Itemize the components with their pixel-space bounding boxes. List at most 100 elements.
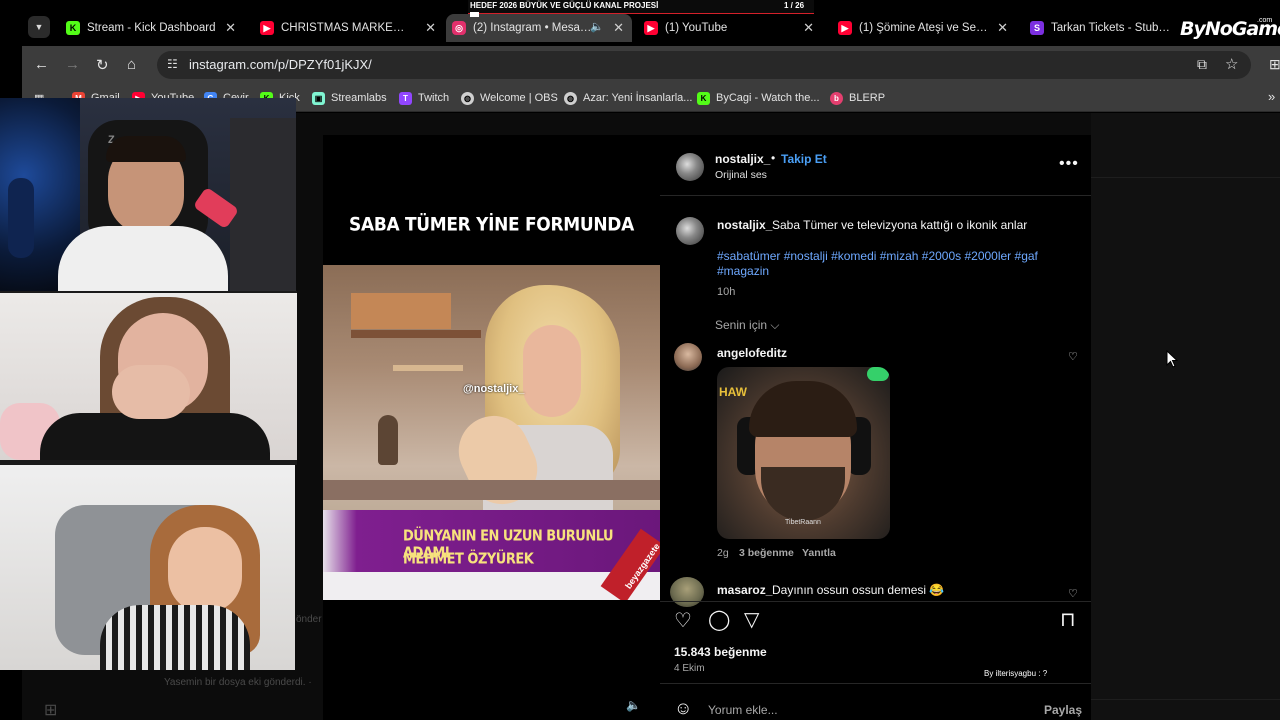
- tab-youtube[interactable]: ▶ (1) YouTube ✕: [640, 14, 822, 42]
- hashtags-line2[interactable]: #magazin: [717, 264, 1057, 279]
- emoji-icon[interactable]: ☺: [674, 698, 692, 719]
- comment-like-icon[interactable]: ♡: [1068, 587, 1078, 600]
- home-icon[interactable]: ⌂: [127, 56, 136, 73]
- browser-toolbar: ← → ↻ ⌂ ☷ instagram.com/p/DPZYf01jKJX/ ⧉…: [22, 46, 1280, 84]
- install-app-icon[interactable]: ⧉: [1197, 56, 1207, 73]
- url-text[interactable]: instagram.com/p/DPZYf01jKJX/: [189, 57, 372, 72]
- comment-author[interactable]: masaroz_: [717, 583, 772, 597]
- share-icon[interactable]: ▽: [744, 607, 759, 632]
- bookmark-azar[interactable]: ◍ Azar: Yeni İnsanlarla...: [564, 90, 692, 106]
- bookmark-label: BLERP: [849, 92, 886, 104]
- video-title-overlay: SABA TÜMER YİNE FORMUNDA: [349, 214, 634, 236]
- tab-christmas-vlog[interactable]: ▶ CHRISTMAS MARKET VLOG - ✕: [256, 14, 444, 42]
- tab-title: CHRISTMAS MARKET VLOG -: [281, 22, 411, 34]
- tab-title: Tarkan Tickets - StubHub: [1051, 22, 1176, 34]
- comment-input[interactable]: Yorum ekle...: [708, 703, 778, 717]
- avatar[interactable]: [674, 343, 702, 371]
- tab-kick-dashboard[interactable]: K Stream - Kick Dashboard ✕: [62, 14, 244, 42]
- comment-time: 2g: [717, 547, 729, 559]
- more-bookmarks-icon[interactable]: »: [1268, 89, 1275, 104]
- close-icon[interactable]: ✕: [997, 20, 1008, 36]
- avatar[interactable]: [676, 153, 704, 181]
- tab-title: (2) Instagram • Mesajlar: [473, 22, 593, 34]
- globe-icon: ◍: [461, 91, 474, 105]
- comment-likes[interactable]: 3 beğenme: [739, 547, 794, 559]
- volume-icon[interactable]: 🔈: [626, 698, 641, 712]
- bookmark-label: ByCagi - Watch the...: [716, 92, 820, 104]
- close-icon[interactable]: ✕: [225, 20, 236, 36]
- youtube-icon: ▶: [644, 21, 658, 35]
- comment-gif: HAW TibetRaann: [717, 367, 890, 539]
- like-count[interactable]: 15.843 beğenme: [674, 645, 767, 659]
- webcam-streamer: Z: [0, 98, 296, 292]
- site-info-icon[interactable]: ☷: [167, 57, 178, 71]
- back-arrow-icon[interactable]: ←: [34, 56, 49, 73]
- bookmark-label: Streamlabs: [331, 92, 387, 104]
- tab-title: (1) YouTube: [665, 22, 728, 34]
- video-frame: @nostaljix_ DÜNYANIN EN UZUN BURUNLU ADA…: [323, 265, 660, 600]
- post-date: 4 Ekim: [674, 663, 705, 674]
- audio-label[interactable]: Orijinal ses: [715, 169, 767, 181]
- close-icon[interactable]: ✕: [425, 20, 436, 36]
- chevron-down-icon: ▼: [34, 22, 44, 32]
- reel-video[interactable]: SABA TÜMER YİNE FORMUNDA @nostaljix_ DÜN…: [323, 135, 660, 720]
- bookmark-streamlabs[interactable]: ▣ Streamlabs: [312, 90, 387, 106]
- more-options-icon[interactable]: •••: [1059, 155, 1079, 173]
- comment-author[interactable]: angelofeditz: [717, 346, 787, 360]
- chevron-down-icon: ⌵: [770, 318, 780, 332]
- blerp-icon: b: [830, 91, 843, 105]
- divider: [1091, 177, 1280, 178]
- tab-title: Stream - Kick Dashboard: [87, 22, 216, 34]
- reply-button[interactable]: Yanıtla: [802, 547, 836, 559]
- heart-icon[interactable]: ♡: [674, 608, 692, 633]
- divider: [660, 601, 1091, 602]
- post-author[interactable]: nostaljix_: [715, 152, 770, 166]
- post-panel: nostaljix_ • Takip Et Orijinal ses ••• n…: [660, 135, 1091, 720]
- bookmark-label: Welcome | OBS: [480, 92, 558, 104]
- tab-fireplace[interactable]: ▶ (1) Şömine Ateşi ve Sesi | Ra ✕: [834, 14, 1016, 42]
- mouse-cursor-icon: [1166, 350, 1178, 368]
- address-bar[interactable]: ☷ instagram.com/p/DPZYf01jKJX/ ⧉ ☆: [157, 51, 1251, 79]
- bookmark-bycagi[interactable]: K ByCagi - Watch the...: [697, 90, 820, 106]
- reload-icon[interactable]: ↻: [96, 56, 109, 74]
- divider: [1091, 699, 1280, 700]
- close-icon[interactable]: ✕: [613, 20, 624, 36]
- bookmark-label: Twitch: [418, 92, 450, 104]
- twitch-icon: T: [399, 91, 412, 105]
- grid-icon[interactable]: ⊞: [44, 700, 57, 720]
- bookmark-blerp[interactable]: b BLERP: [830, 90, 885, 106]
- comment-text: Dayının ossun ossun demesi 😂: [772, 583, 945, 597]
- hashtags-line1[interactable]: #sabatümer #nostalji #komedi #mizah #200…: [717, 249, 1057, 264]
- bookmark-twitch[interactable]: T Twitch: [399, 90, 449, 106]
- comment-icon[interactable]: ◯: [708, 607, 730, 632]
- comment-sort-dropdown[interactable]: Senin için ⌵: [715, 318, 779, 333]
- tab-instagram[interactable]: ◎ (2) Instagram • Mesajlar 🔈 ✕: [446, 14, 632, 42]
- streamlabs-icon: ▣: [312, 91, 325, 105]
- bird-figurine: [378, 415, 398, 465]
- follow-button[interactable]: Takip Et: [781, 152, 827, 166]
- forward-arrow-icon[interactable]: →: [65, 56, 80, 73]
- background-message-preview: Yasemin bir dosya eki gönderdi. ·: [164, 677, 312, 688]
- speaker-icon[interactable]: 🔈: [590, 20, 604, 33]
- webcam-guest-2: [0, 465, 295, 670]
- messages-backdrop: [1091, 113, 1280, 720]
- bookmark-icon[interactable]: ⊓: [1060, 607, 1076, 632]
- chat-ticker: By ilterisyagbu : ?: [982, 669, 1050, 678]
- extensions-icon[interactable]: ⊞: [1269, 56, 1280, 73]
- goal-progress-bar: [470, 12, 479, 17]
- webcam-guest-1: [0, 293, 297, 460]
- brand-logo-suffix: .com: [1257, 17, 1273, 24]
- avatar[interactable]: [676, 217, 704, 245]
- caption-author[interactable]: nostaljix_: [717, 218, 772, 232]
- divider: [660, 195, 1091, 196]
- avatar[interactable]: [670, 577, 704, 607]
- goal-count: 1 / 26: [784, 1, 805, 10]
- bookmark-obs[interactable]: ◍ Welcome | OBS: [461, 90, 558, 106]
- separator-dot: •: [771, 151, 776, 165]
- star-icon[interactable]: ☆: [1225, 55, 1238, 73]
- tab-search-button[interactable]: ▼: [28, 16, 50, 38]
- tab-stubhub[interactable]: S Tarkan Tickets - StubHub: [1026, 14, 1176, 42]
- post-comment-button[interactable]: Paylaş: [1044, 703, 1082, 717]
- comment-like-icon[interactable]: ♡: [1068, 350, 1078, 363]
- close-icon[interactable]: ✕: [803, 20, 814, 36]
